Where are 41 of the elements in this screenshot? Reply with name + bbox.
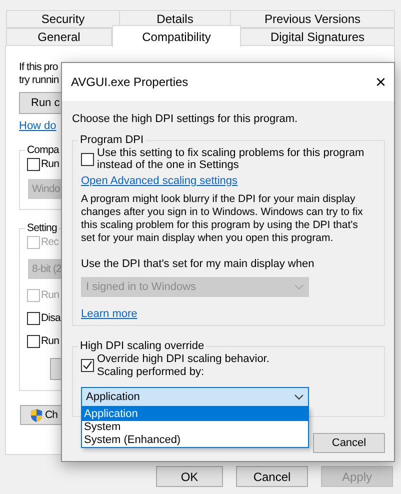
checkbox-label: Run (41, 158, 60, 171)
checkbox-label: Disa (41, 312, 60, 325)
caret-icon (294, 284, 304, 290)
checkbox-label: Run (41, 289, 60, 302)
tab[interactable]: General (6, 28, 112, 46)
learn-more-link[interactable]: Learn more (81, 308, 138, 320)
checkbox-label: Override high DPI scaling behavior. Scaling performed by: (97, 353, 270, 379)
checkbox-label: Use this setting to fix scaling problems for this program instead of the one in Settings (97, 147, 364, 171)
group-title: Compa (26, 144, 60, 156)
checkbox[interactable] (81, 359, 94, 372)
dropdown-option[interactable]: Application (82, 408, 308, 421)
window-title: AVGUI.exe Properties (71, 75, 188, 89)
description-text: try runnin (19, 74, 59, 87)
help-link[interactable]: How do (19, 120, 56, 132)
dialog-button[interactable]: OK (156, 466, 223, 487)
close-button[interactable]: × (375, 73, 386, 91)
tab[interactable]: Compatibility (112, 25, 241, 47)
checkbox[interactable] (27, 158, 40, 171)
caret-icon (294, 394, 304, 400)
instruction-text: Choose the high DPI settings for this program. (72, 113, 299, 126)
checkbox-label: Rec (41, 236, 58, 249)
checkbox[interactable] (81, 153, 94, 166)
dropdown-label: Use the DPI that's set for my main display when (81, 258, 314, 271)
checkbox-label: Run (41, 335, 60, 348)
description-text: If this pro (19, 61, 59, 74)
tab[interactable]: Previous Versions (231, 10, 395, 28)
dialog-button[interactable]: Cancel (236, 466, 308, 487)
group-title: Program DPI (79, 134, 145, 146)
group-title: Setting (26, 222, 58, 234)
dropdown[interactable]: Application (81, 387, 309, 407)
group-title: High DPI scaling override (79, 340, 206, 352)
explanation-text: A program might look blurry if the DPI for your main display changes after you sign in to Windows. Windows can try to fix this scaling problem for this program by using the DPI that's set for your main display when you open this program. (81, 193, 363, 245)
dialog-button[interactable]: Cancel (313, 433, 385, 453)
dropdown-option[interactable]: System (Enhanced) (82, 434, 308, 447)
shield-icon (30, 408, 43, 422)
tab[interactable]: Security (6, 10, 120, 28)
tab[interactable]: Digital Signatures (241, 28, 395, 46)
checkbox[interactable] (27, 312, 40, 325)
dropdown-option[interactable]: System (82, 421, 308, 434)
checkbox[interactable] (27, 335, 40, 348)
advanced-scaling-link[interactable]: Open Advanced scaling settings (81, 175, 238, 187)
